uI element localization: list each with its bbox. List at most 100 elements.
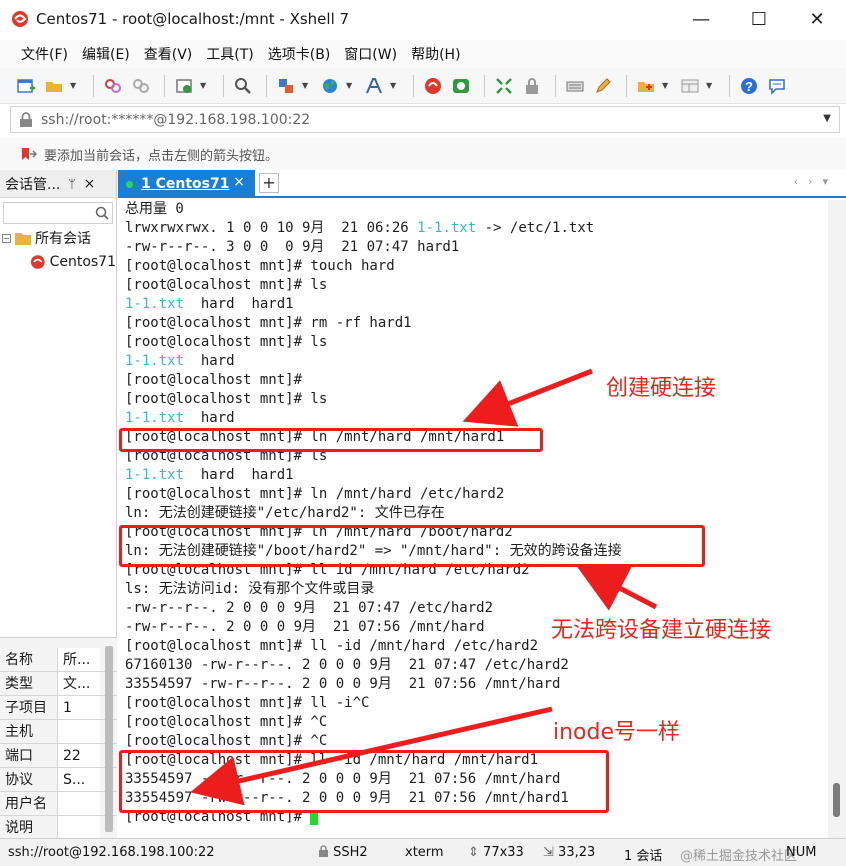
keyboard-icon[interactable] [563, 74, 587, 98]
tab-close-button[interactable]: × [233, 174, 245, 190]
status-size-label: 77x33 [483, 845, 524, 860]
terminal-text: hard hard1 [184, 467, 294, 483]
terminal-line: [root@localhost mnt]# rm -rf hard1 [118, 314, 828, 333]
terminal-text: -rw-r--r--. 2 0 0 0 9月 21 07:47 /etc/har… [125, 600, 494, 616]
menu-edit[interactable]: 编辑(E) [75, 44, 137, 64]
terminal-text: [root@localhost mnt]# ls [125, 277, 328, 293]
terminal-text: 67160130 -rw-r--r--. 2 0 0 0 9月 21 07:47… [125, 657, 569, 673]
maximize-button[interactable]: ☐ [730, 0, 788, 38]
scrollbar-thumb[interactable] [833, 783, 840, 817]
tree-all-sessions-label: 所有会话 [35, 231, 91, 247]
terminal-filename-link: 1-1.txt [417, 220, 477, 236]
toolbar-separator [729, 74, 730, 97]
terminal-text: [root@localhost mnt]# ll -id /mnt/hard /… [125, 638, 539, 654]
font-dropdown-icon[interactable]: ▼ [390, 81, 398, 90]
fullscreen-icon[interactable] [492, 74, 516, 98]
xshell-app-icon [12, 11, 28, 27]
address-bar[interactable]: ssh://root:******@192.168.198.100:22 ▼ [10, 106, 840, 133]
tab-centos71[interactable]: 1 Centos71 × [118, 170, 255, 198]
hint-bar: 要添加当前会话，点击左侧的箭头按钮。 [0, 138, 846, 170]
terminal-output[interactable]: 总用量 0 lrwxrwxrwx. 1 0 0 10 9月 21 06:26 1-… [118, 200, 828, 838]
tree-session-centos71[interactable]: Centos71 [30, 254, 116, 270]
terminal-text: [root@localhost mnt]# rm -rf hard1 [125, 315, 412, 331]
terminal-filename-link: 1-1.txt [125, 467, 185, 483]
lock-icon[interactable] [520, 74, 544, 98]
terminal-line: 总用量 0 [118, 200, 828, 219]
terminal-line: 1-1.txt hard [118, 352, 828, 371]
terminal-line: ln: 无法创建硬链接"/etc/hard2": 文件已存在 [118, 504, 828, 523]
transfer-icon[interactable] [274, 74, 298, 98]
collapse-icon[interactable]: − [2, 233, 11, 243]
menu-view[interactable]: 查看(V) [137, 44, 200, 64]
terminal-text: [root@localhost mnt]# ^C [125, 733, 328, 749]
highlight-box-same-inode [119, 750, 609, 813]
toolbar-separator [164, 74, 165, 97]
close-button[interactable]: ✕ [788, 0, 846, 38]
menu-tools[interactable]: 工具(T) [199, 44, 260, 64]
properties-icon[interactable] [172, 74, 196, 98]
props-key: 名称 [0, 648, 58, 671]
tab-navigation[interactable]: ‹›▾ [794, 175, 838, 188]
font-icon[interactable] [362, 74, 386, 98]
session-search-input[interactable] [3, 202, 113, 224]
resize-icon: ⇕ [468, 845, 479, 860]
menu-file[interactable]: 文件(F) [14, 44, 75, 64]
properties-dropdown-icon[interactable]: ▼ [200, 81, 208, 90]
help-icon[interactable]: ? [737, 74, 761, 98]
globe-dropdown-icon[interactable]: ▼ [346, 81, 354, 90]
transfer-dropdown-icon[interactable]: ▼ [302, 81, 310, 90]
tree-session-label: Centos71 [49, 254, 116, 270]
folder-icon [15, 233, 31, 245]
pin-icon[interactable]: ᛘ [68, 177, 75, 191]
toolbar-separator [555, 74, 556, 97]
lock-icon [319, 845, 328, 857]
status-size: ⇕ 77x33 [468, 845, 524, 860]
open-dropdown-icon[interactable]: ▼ [70, 81, 78, 90]
new-tab-button[interactable]: + [259, 173, 279, 193]
xftp-icon[interactable] [449, 74, 473, 98]
menu-help[interactable]: 帮助(H) [404, 44, 467, 64]
terminal-line: 1-1.txt hard hard1 [118, 295, 828, 314]
window-title: Centos71 - root@localhost:/mnt - Xshell … [36, 10, 350, 28]
tab-label: 1 Centos71 [141, 176, 230, 192]
menu-tabs[interactable]: 选项卡(B) [261, 44, 338, 64]
props-key: 说明 [0, 816, 58, 839]
chat-icon[interactable] [765, 74, 789, 98]
tree-all-sessions[interactable]: − 所有会话 [0, 228, 116, 248]
terminal-line: [root@localhost mnt]# touch hard [118, 257, 828, 276]
address-dropdown-icon[interactable]: ▼ [823, 113, 831, 124]
terminal-text: -rw-r--r--. 2 0 0 0 9月 21 07:56 /mnt/har… [125, 619, 485, 635]
terminal-line: [root@localhost mnt]# [118, 371, 828, 390]
address-input[interactable]: ssh://root:******@192.168.198.100:22 [41, 112, 310, 128]
globe-icon[interactable] [318, 74, 342, 98]
new-session-icon[interactable] [14, 74, 38, 98]
search-icon[interactable] [95, 206, 109, 220]
terminal-text: 总用量 0 [125, 201, 184, 217]
layout-icon[interactable] [678, 74, 702, 98]
terminal-filename-link: 1-1.txt [125, 410, 185, 426]
connected-status-icon [126, 180, 133, 188]
compose-icon[interactable] [634, 74, 658, 98]
props-key: 端口 [0, 744, 58, 767]
props-row: 子项目 1 [0, 696, 117, 720]
panel-close-button[interactable]: × [84, 176, 96, 192]
pen-icon[interactable] [591, 74, 615, 98]
search-icon[interactable] [231, 74, 255, 98]
minimize-button[interactable]: — [672, 0, 730, 38]
props-scrollbar[interactable] [105, 646, 113, 832]
open-folder-icon[interactable] [42, 74, 66, 98]
layout-dropdown-icon[interactable]: ▼ [706, 81, 714, 90]
unlink-icon[interactable] [129, 74, 153, 98]
link-icon[interactable] [101, 74, 125, 98]
compose-dropdown-icon[interactable]: ▼ [662, 81, 670, 90]
props-key: 协议 [0, 768, 58, 791]
xshell-icon[interactable] [421, 74, 445, 98]
menu-window[interactable]: 窗口(W) [337, 44, 404, 64]
terminal-text: lrwxrwxrwx. 1 0 0 10 9月 21 06:26 [125, 220, 418, 236]
terminal-text: [root@localhost mnt]# ln /mnt/hard /etc/… [125, 486, 505, 502]
status-connection: ssh://root@192.168.198.100:22 [8, 845, 215, 860]
terminal-scrollbar[interactable] [828, 200, 846, 838]
bookmark-arrow-icon[interactable] [20, 146, 38, 162]
terminal-line: 33554597 -rw-r--r--. 2 0 0 0 9月 21 07:56… [118, 675, 828, 694]
terminal-line: ls: 无法访问id: 没有那个文件或目录 [118, 580, 828, 599]
